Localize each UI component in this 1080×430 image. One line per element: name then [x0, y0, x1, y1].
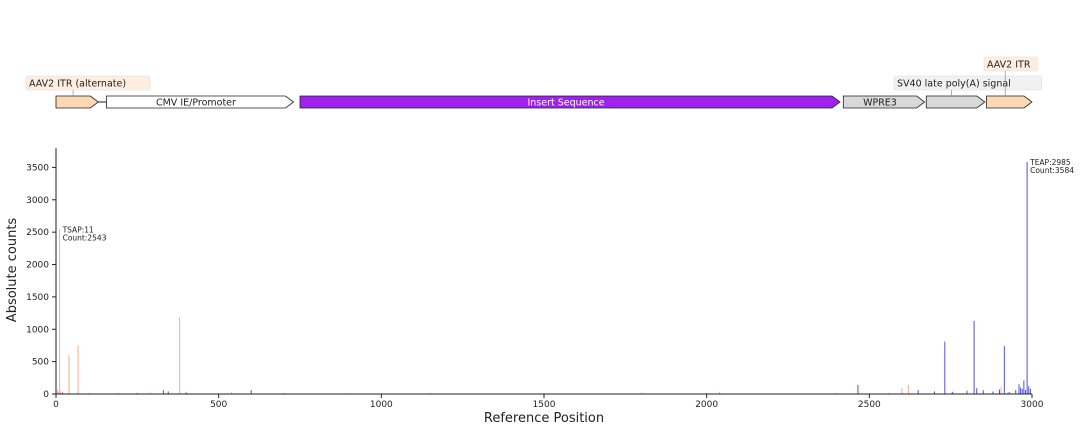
annotations-group: TSAP:11Count:2543TEAP:2985Count:3584	[62, 158, 1075, 242]
annotation-label: Count:3584	[1030, 166, 1074, 175]
y-tick-label: 1500	[26, 293, 49, 303]
x-tick-label: 2500	[858, 400, 881, 410]
coverage-chart: AAV2 ITR (alternate) CMV IE/Promoter Inser…	[5, 56, 1074, 426]
feature-arrow	[55, 95, 99, 109]
bars-group	[57, 161, 1031, 394]
y-axis-label: Absolute counts	[5, 218, 20, 323]
x-tick-label: 0	[53, 400, 59, 410]
y-tick-label: 2000	[26, 261, 49, 271]
feature-arrow	[986, 95, 1033, 109]
feature-label: AAV2 ITR (alternate)	[29, 79, 126, 90]
y-tick-label: 0	[43, 390, 49, 400]
axes-group: 0 500 1000 1500 2000 2500 3000 0 500 1000 1500 2000…	[26, 148, 1044, 410]
plot-area: 0 500 1000 1500 2000 2500 3000 0 500 1000 1500 2000…	[26, 148, 1074, 410]
feature-label: SV40 late poly(A) signal	[897, 79, 1011, 90]
y-tick-label: 500	[32, 358, 49, 368]
x-tick-label: 500	[210, 400, 227, 410]
x-axis-label: Reference Position	[484, 411, 604, 426]
feature-label: Insert Sequence	[527, 98, 604, 109]
x-tick-label: 1500	[533, 400, 556, 410]
annotation-label: Count:2543	[63, 233, 107, 242]
x-tick-label: 2000	[695, 400, 718, 410]
x-tick-label: 1000	[370, 400, 393, 410]
x-tick-label: 3000	[1021, 400, 1044, 410]
feature-label: CMV IE/Promoter	[156, 98, 236, 109]
feature-label: WPRE3	[863, 98, 897, 109]
feature-label: AAV2 ITR	[987, 60, 1031, 71]
y-tick-label: 2500	[26, 228, 49, 238]
y-tick-label: 3000	[26, 196, 49, 206]
y-tick-label: 1000	[26, 325, 49, 335]
y-tick-label: 3500	[26, 163, 49, 173]
feature-arrow	[925, 95, 986, 109]
feature-track: AAV2 ITR (alternate) CMV IE/Promoter Inser…	[25, 56, 1042, 109]
